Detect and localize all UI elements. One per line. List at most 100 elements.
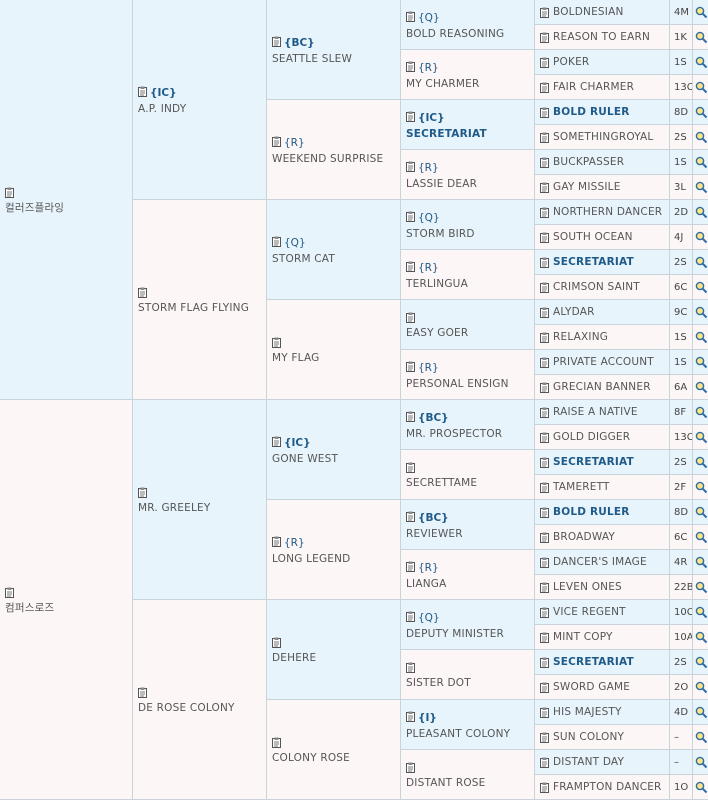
clipboard-icon[interactable]: [540, 354, 549, 370]
horse-name[interactable]: SECRETARIAT: [553, 254, 634, 270]
gen4-horse-1[interactable]: {Q} BOLD REASONING: [401, 0, 535, 50]
clipboard-icon[interactable]: [540, 704, 549, 720]
clipboard-icon[interactable]: [138, 682, 147, 701]
gen4-horse-4[interactable]: {R} LASSIE DEAR: [401, 150, 535, 200]
horse-name[interactable]: POKER: [553, 54, 589, 70]
clipboard-icon[interactable]: [272, 431, 281, 450]
horse-name[interactable]: REVIEWER: [406, 526, 463, 542]
horse-name[interactable]: SOMETHINGROYAL: [553, 129, 653, 145]
horse-name[interactable]: 컴퍼스로즈: [5, 600, 54, 616]
gen5-horse-25[interactable]: VICE REGENT: [535, 600, 670, 625]
horse-name[interactable]: DEHERE: [272, 650, 316, 666]
horse-name[interactable]: 컬러즈플라잉: [5, 200, 64, 216]
search-icon[interactable]: [693, 625, 708, 650]
clipboard-icon[interactable]: [406, 56, 415, 75]
clipboard-icon[interactable]: [540, 654, 549, 670]
clipboard-icon[interactable]: [540, 54, 549, 70]
search-icon[interactable]: [693, 525, 708, 550]
horse-name[interactable]: BOLD REASONING: [406, 26, 504, 42]
gen3-horse-1[interactable]: {BC} SEATTLE SLEW: [267, 0, 401, 100]
clipboard-icon[interactable]: [272, 732, 281, 751]
clipboard-icon[interactable]: [540, 604, 549, 620]
search-icon[interactable]: [693, 725, 708, 750]
gen5-horse-7[interactable]: BUCKPASSER: [535, 150, 670, 175]
search-icon[interactable]: [693, 450, 708, 475]
gen5-horse-32[interactable]: FRAMPTON DANCER: [535, 775, 670, 800]
clipboard-icon[interactable]: [5, 182, 14, 201]
horse-name[interactable]: WEEKEND SURPRISE: [272, 151, 383, 167]
gen2-horse-2[interactable]: STORM FLAG FLYING: [133, 200, 267, 400]
horse-name[interactable]: REASON TO EARN: [553, 29, 650, 45]
search-icon[interactable]: [693, 225, 708, 250]
search-icon[interactable]: [693, 775, 708, 800]
gen5-horse-17[interactable]: RAISE A NATIVE: [535, 400, 670, 425]
search-icon[interactable]: [693, 300, 708, 325]
clipboard-icon[interactable]: [540, 204, 549, 220]
horse-name[interactable]: LASSIE DEAR: [406, 176, 477, 192]
search-icon[interactable]: [693, 200, 708, 225]
search-icon[interactable]: [693, 350, 708, 375]
gen4-horse-8[interactable]: {R} PERSONAL ENSIGN: [401, 350, 535, 400]
clipboard-icon[interactable]: [406, 757, 415, 776]
clipboard-icon[interactable]: [540, 104, 549, 120]
clipboard-icon[interactable]: [540, 129, 549, 145]
search-icon[interactable]: [693, 750, 708, 775]
search-icon[interactable]: [693, 100, 708, 125]
gen5-horse-15[interactable]: PRIVATE ACCOUNT: [535, 350, 670, 375]
search-icon[interactable]: [693, 175, 708, 200]
gen3-horse-2[interactable]: {R} WEEKEND SURPRISE: [267, 100, 401, 200]
horse-name[interactable]: MINT COPY: [553, 629, 613, 645]
clipboard-icon[interactable]: [540, 579, 549, 595]
gen5-horse-5[interactable]: BOLD RULER: [535, 100, 670, 125]
clipboard-icon[interactable]: [272, 332, 281, 351]
gen4-horse-10[interactable]: SECRETTAME: [401, 450, 535, 500]
search-icon[interactable]: [693, 325, 708, 350]
clipboard-icon[interactable]: [406, 307, 415, 326]
horse-name[interactable]: FAIR CHARMER: [553, 79, 634, 95]
clipboard-icon[interactable]: [540, 29, 549, 45]
gen5-horse-31[interactable]: DISTANT DAY: [535, 750, 670, 775]
gen5-horse-28[interactable]: SWORD GAME: [535, 675, 670, 700]
clipboard-icon[interactable]: [406, 206, 415, 225]
gen5-horse-20[interactable]: TAMERETT: [535, 475, 670, 500]
horse-name[interactable]: DISTANT ROSE: [406, 775, 486, 791]
gen5-horse-23[interactable]: DANCER'S IMAGE: [535, 550, 670, 575]
gen5-horse-14[interactable]: RELAXING: [535, 325, 670, 350]
clipboard-icon[interactable]: [540, 454, 549, 470]
horse-name[interactable]: SISTER DOT: [406, 675, 471, 691]
gen5-horse-9[interactable]: NORTHERN DANCER: [535, 200, 670, 225]
clipboard-icon[interactable]: [272, 31, 281, 50]
search-icon[interactable]: [693, 250, 708, 275]
gen4-horse-2[interactable]: {R} MY CHARMER: [401, 50, 535, 100]
clipboard-icon[interactable]: [540, 529, 549, 545]
search-icon[interactable]: [693, 550, 708, 575]
clipboard-icon[interactable]: [540, 254, 549, 270]
horse-name[interactable]: SECRETARIAT: [553, 454, 634, 470]
gen5-horse-4[interactable]: FAIR CHARMER: [535, 75, 670, 100]
horse-name[interactable]: COLONY ROSE: [272, 750, 350, 766]
clipboard-icon[interactable]: [5, 582, 14, 601]
search-icon[interactable]: [693, 675, 708, 700]
horse-name[interactable]: BOLDNESIAN: [553, 4, 624, 20]
gen5-horse-19[interactable]: SECRETARIAT: [535, 450, 670, 475]
horse-name[interactable]: SECRETTAME: [406, 475, 477, 491]
horse-name[interactable]: BROADWAY: [553, 529, 615, 545]
gen4-horse-6[interactable]: {R} TERLINGUA: [401, 250, 535, 300]
horse-name[interactable]: A.P. INDY: [138, 101, 186, 117]
horse-name[interactable]: VICE REGENT: [553, 604, 626, 620]
clipboard-icon[interactable]: [406, 556, 415, 575]
horse-name[interactable]: GONE WEST: [272, 451, 338, 467]
gen5-horse-2[interactable]: REASON TO EARN: [535, 25, 670, 50]
search-icon[interactable]: [693, 425, 708, 450]
clipboard-icon[interactable]: [138, 81, 147, 100]
clipboard-icon[interactable]: [406, 457, 415, 476]
gen4-horse-14[interactable]: SISTER DOT: [401, 650, 535, 700]
clipboard-icon[interactable]: [540, 229, 549, 245]
clipboard-icon[interactable]: [272, 131, 281, 150]
gen5-horse-21[interactable]: BOLD RULER: [535, 500, 670, 525]
gen4-horse-13[interactable]: {Q} DEPUTY MINISTER: [401, 600, 535, 650]
horse-name[interactable]: LONG LEGEND: [272, 551, 350, 567]
gen4-horse-11[interactable]: {BC} REVIEWER: [401, 500, 535, 550]
horse-name[interactable]: LIANGA: [406, 576, 447, 592]
horse-name[interactable]: SOUTH OCEAN: [553, 229, 633, 245]
